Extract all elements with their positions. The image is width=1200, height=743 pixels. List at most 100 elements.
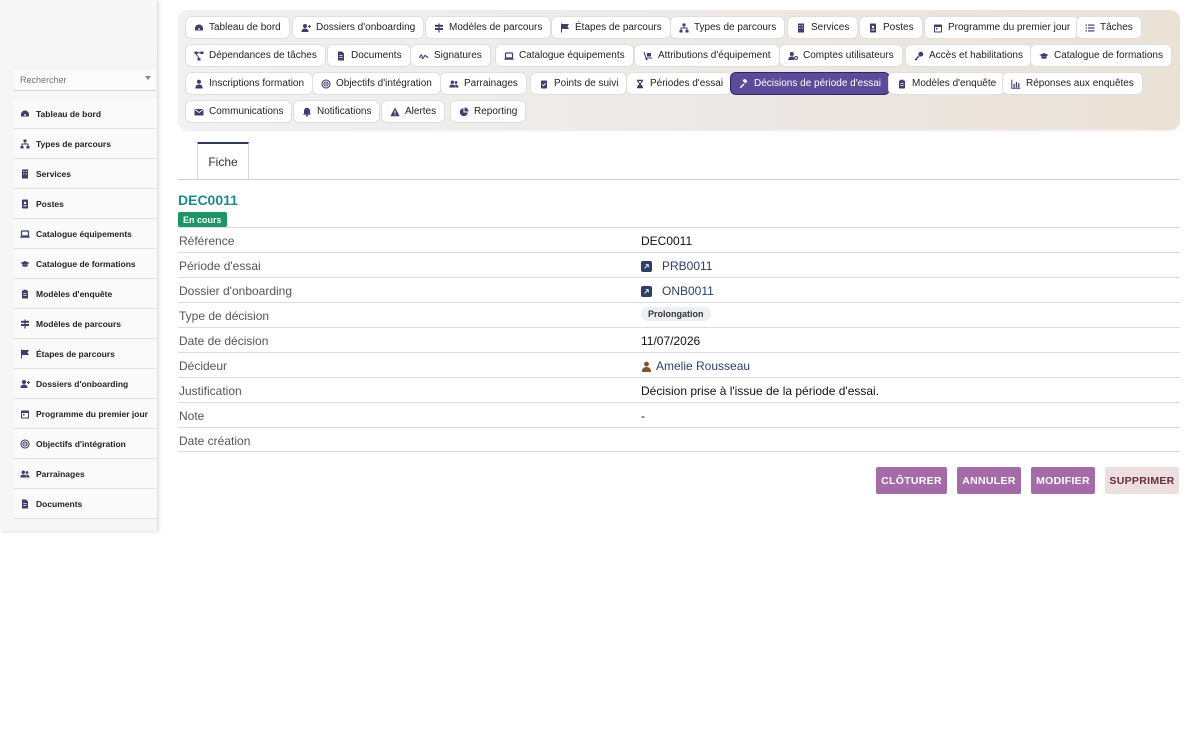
field-row-date-creation: Date création — [178, 427, 1180, 452]
tab-etapes-parcours[interactable]: Étapes de parcours — [551, 16, 671, 39]
tab-fiche-label: Fiche — [208, 155, 238, 169]
tab-signatures[interactable]: Signatures — [410, 44, 491, 67]
tab-label: Catalogue de formations — [1054, 50, 1163, 61]
tab-catalogue-formations[interactable]: Catalogue de formations — [1030, 44, 1172, 67]
sidebar-item-services[interactable]: Services — [14, 159, 157, 189]
sidebar-item-catalogue-equipements[interactable]: Catalogue équipements — [14, 219, 157, 249]
tab-types-parcours[interactable]: Types de parcours — [670, 16, 786, 39]
field-row-reference: Référence DEC0011 — [178, 227, 1180, 252]
tab-label: Services — [811, 22, 850, 33]
sidebar-item-etapes-parcours[interactable]: Étapes de parcours — [14, 339, 157, 369]
sidebar-item-types-de-parcours[interactable]: Types de parcours — [14, 129, 157, 159]
signpost-icon — [20, 319, 30, 329]
tab-communications[interactable]: Communications — [185, 100, 293, 123]
field-label: Dossier d'onboarding — [179, 284, 293, 298]
tab-label: Modèles de parcours — [449, 22, 543, 33]
tab-parrainages[interactable]: Parrainages — [440, 72, 527, 95]
tab-alertes[interactable]: Alertes — [381, 100, 446, 123]
tab-catalogue-equipements[interactable]: Catalogue équipements — [495, 44, 634, 67]
tab-modeles-parcours[interactable]: Modèles de parcours — [425, 16, 552, 39]
edit-button[interactable]: MODIFIER — [1031, 467, 1095, 494]
tab-tableau-de-bord[interactable]: Tableau de bord — [185, 16, 290, 39]
tab-comptes-utilisateurs[interactable]: Comptes utilisateurs — [779, 44, 903, 67]
chart-icon — [1011, 79, 1021, 89]
tab-points-suivi[interactable]: Points de suivi — [530, 72, 628, 95]
tab-acces-habilitations[interactable]: Accès et habilitations — [905, 44, 1032, 67]
signature-icon — [419, 51, 429, 61]
tab-objectifs-integration[interactable]: Objectifs d'intégration — [312, 72, 441, 95]
sidebar-item-label: Étapes de parcours — [36, 348, 115, 359]
id-card-icon — [20, 199, 30, 209]
sidebar-item-objectifs-integration[interactable]: Objectifs d'intégration — [14, 429, 157, 459]
tab-label: Documents — [351, 50, 402, 61]
tab-fiche[interactable]: Fiche — [197, 142, 249, 180]
tab-reponses-enquetes[interactable]: Réponses aux enquêtes — [1002, 72, 1143, 95]
status-badge: En cours — [178, 212, 227, 227]
tab-label: Types de parcours — [694, 22, 777, 33]
sidebar-item-label: Modèles d'enquête — [36, 288, 113, 299]
tab-dependances-taches[interactable]: Dépendances de tâches — [185, 44, 326, 67]
tab-periodes-essai[interactable]: Périodes d'essai — [626, 72, 733, 95]
clipboard-icon — [20, 289, 30, 299]
tab-attributions-equipement[interactable]: Attributions d'équipement — [634, 44, 780, 67]
sidebar-item-label: Catalogue équipements — [36, 228, 132, 239]
tab-label: Objectifs d'intégration — [336, 78, 432, 89]
record-fields: Référence DEC0011 Période d'essai PRB001… — [178, 227, 1180, 452]
field-label: Type de décision — [179, 309, 270, 323]
tab-label: Réponses aux enquêtes — [1026, 78, 1134, 89]
graduation-cap-icon — [1039, 51, 1049, 61]
dossier-onboarding-link[interactable]: ONB0011 — [641, 284, 714, 298]
envelope-icon — [194, 107, 204, 117]
chevron-down-icon[interactable] — [145, 76, 151, 80]
dossier-onboarding-value: ONB0011 — [662, 284, 714, 298]
tab-notifications[interactable]: Notifications — [293, 100, 381, 123]
sidebar-search-input[interactable] — [14, 71, 138, 85]
tab-reporting[interactable]: Reporting — [450, 100, 527, 123]
sidebar-item-documents[interactable]: Documents — [14, 489, 157, 519]
gavel-icon — [739, 78, 749, 89]
tab-inscriptions-formation[interactable]: Inscriptions formation — [185, 72, 314, 95]
tab-services[interactable]: Services — [787, 16, 859, 39]
sidebar-item-programme-premier-jour[interactable]: Programme du premier jour — [14, 399, 157, 429]
tab-decisions-periode-essai[interactable]: Décisions de période d'essai — [730, 72, 890, 95]
sidebar-item-label: Dossiers d'onboarding — [36, 378, 129, 389]
tab-taches[interactable]: Tâches — [1076, 16, 1142, 39]
bell-icon — [302, 107, 312, 117]
sidebar-item-dossiers-onboarding[interactable]: Dossiers d'onboarding — [14, 369, 157, 399]
building-icon — [20, 169, 30, 179]
sidebar-item-catalogue-formations[interactable]: Catalogue de formations — [14, 249, 157, 279]
sidebar-item-label: Postes — [36, 198, 64, 209]
user-plus-icon — [20, 379, 30, 389]
tab-label: Attributions d'équipement — [658, 50, 771, 61]
close-button[interactable]: CLÔTURER — [876, 467, 947, 494]
flag-icon — [20, 349, 30, 359]
external-link-icon — [641, 260, 652, 272]
module-tabs: Tableau de bord Dossiers d'onboarding Mo… — [178, 10, 1180, 130]
cancel-button[interactable]: ANNULER — [957, 467, 1021, 494]
sidebar-item-tableau-de-bord[interactable]: Tableau de bord — [14, 99, 157, 129]
calendar-icon — [933, 23, 943, 33]
project-diagram-icon — [194, 51, 204, 61]
periode-essai-link[interactable]: PRB0011 — [641, 259, 712, 273]
field-label: Décideur — [179, 359, 228, 373]
sidebar-item-parrainages[interactable]: Parrainages — [14, 459, 157, 489]
dashboard-icon — [20, 109, 30, 119]
field-value: Prolongation — [641, 307, 711, 321]
laptop-icon — [20, 229, 30, 239]
decideur-link[interactable]: Amelie Rousseau — [641, 359, 750, 373]
field-label: Date création — [179, 434, 251, 448]
field-row-note: Note - — [178, 402, 1180, 427]
delete-button[interactable]: SUPPRIMER — [1105, 467, 1179, 494]
sidebar-item-modeles-enquete[interactable]: Modèles d'enquête — [14, 279, 157, 309]
decideur-value: Amelie Rousseau — [656, 359, 751, 373]
tab-postes[interactable]: Postes — [859, 16, 923, 39]
tab-programme-premier-jour[interactable]: Programme du premier jour — [924, 16, 1080, 39]
sidebar-item-label: Documents — [36, 498, 83, 509]
sidebar-item-postes[interactable]: Postes — [14, 189, 157, 219]
field-row-periode-essai: Période d'essai PRB0011 — [178, 252, 1180, 277]
tab-modeles-enquete[interactable]: Modèles d'enquête — [888, 72, 1006, 95]
sidebar-item-modeles-parcours[interactable]: Modèles de parcours — [14, 309, 157, 339]
tab-documents[interactable]: Documents — [327, 44, 411, 67]
tab-dossiers-onboarding[interactable]: Dossiers d'onboarding — [292, 16, 425, 39]
sidebar-search[interactable] — [14, 70, 156, 91]
